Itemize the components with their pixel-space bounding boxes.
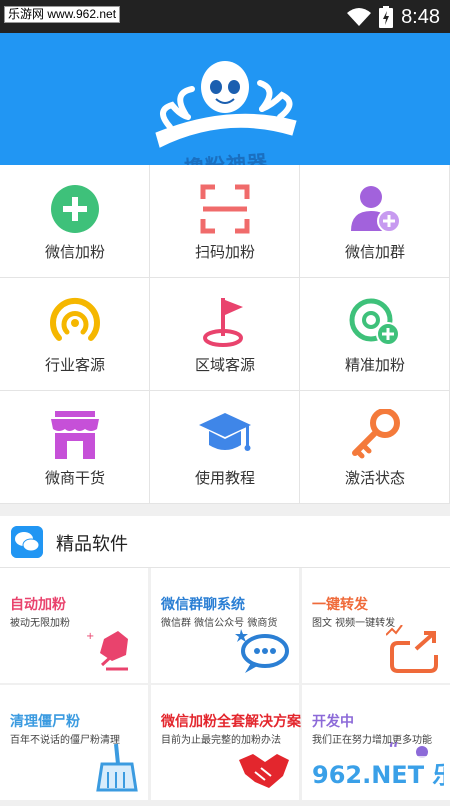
auto-add-icon: +: [86, 631, 128, 671]
store-icon: [51, 411, 99, 459]
battery-icon: [379, 6, 394, 28]
chat-bubble-icon: [235, 629, 289, 673]
grid-item-label: 扫码加粉: [194, 243, 255, 261]
app-card-group-chat[interactable]: 微信群聊系统 微信群 微信公众号 微商货: [151, 568, 299, 683]
octopus-logo-icon: [155, 61, 297, 148]
section-title: 精品软件: [56, 534, 128, 555]
grid-item-region-leads[interactable]: 区域客源: [150, 278, 300, 391]
grid-item-industry-leads[interactable]: 行业客源: [0, 278, 150, 391]
site-watermark-logo: 962.NET 乐游网: [304, 756, 444, 796]
location-flag-icon: [203, 298, 243, 347]
watermark-logo-text: 962.NET 乐游网: [312, 761, 444, 789]
share-icon: [386, 625, 438, 673]
app-card-clean-fans[interactable]: 清理僵尸粉 百年不说话的僵尸粉清理: [0, 685, 148, 800]
grid-item-scan-add[interactable]: 扫码加粉: [150, 165, 300, 278]
grid-item-wechat-add[interactable]: 微信加粉: [0, 165, 150, 278]
grid-item-label: 微信加粉: [44, 243, 105, 261]
watermark-text: 乐游网 www.962.net: [4, 6, 121, 23]
scan-frame-icon: [200, 184, 250, 234]
wechat-icon: [11, 526, 43, 558]
section-divider: [0, 504, 450, 516]
app-title: 开发中: [312, 714, 354, 730]
app-title: 一键转发: [312, 597, 368, 613]
grid-item-label: 微商干货: [44, 469, 105, 487]
app-desc: 图文 视频一键转发: [312, 618, 396, 629]
handshake-icon: [239, 754, 289, 788]
status-icons: 8:48: [347, 4, 440, 30]
app-title: 微信加粉全套解决方案: [161, 714, 301, 730]
grid-item-label: 行业客源: [44, 356, 105, 374]
broom-icon: [96, 743, 138, 792]
app-title: 微信群聊系统: [161, 597, 245, 613]
target-add-icon: [349, 298, 400, 346]
grid-item-label: 区域客源: [194, 356, 255, 374]
app-card-forward[interactable]: 一键转发 图文 视频一键转发: [302, 568, 450, 683]
plus-circle-icon: [51, 185, 99, 233]
grid-item-join-group[interactable]: 微信加群: [300, 165, 450, 278]
grid-item-activation[interactable]: 激活状态: [300, 391, 450, 504]
app-title: 自动加粉: [10, 597, 66, 613]
section-header: 精品软件: [0, 516, 450, 568]
grid-item-label: 精准加粉: [344, 356, 405, 374]
clock: 8:48: [401, 5, 440, 28]
grid-item-label: 微信加群: [344, 243, 405, 261]
grid-item-label: 使用教程: [194, 469, 255, 487]
grid-item-precise-add[interactable]: 精准加粉: [300, 278, 450, 391]
graduation-cap-icon: [199, 413, 251, 451]
svg-text:+: +: [86, 631, 94, 642]
broadcast-icon: [50, 297, 100, 341]
app-title: 清理僵尸粉: [10, 714, 80, 730]
feature-grid: 微信加粉 扫码加粉 微信加群 行业客源 区域客源 精准加粉 微商干货 使用教程 …: [0, 165, 450, 504]
app-card-auto-add[interactable]: 自动加粉 被动无限加粉 +: [0, 568, 148, 683]
add-group-icon: [351, 186, 401, 233]
grid-item-merchant-tips[interactable]: 微商干货: [0, 391, 150, 504]
status-bar: 乐游网 www.962.net 8:48: [0, 0, 450, 33]
app-card-full-solution[interactable]: 微信加粉全套解决方案 目前为止最完整的加粉办法: [151, 685, 301, 800]
app-desc: 被动无限加粉: [10, 618, 70, 629]
grid-item-label: 激活状态: [344, 469, 405, 487]
grid-item-tutorial[interactable]: 使用教程: [150, 391, 300, 504]
header-banner: 撸粉神器: [0, 33, 450, 180]
key-icon: [352, 409, 400, 459]
app-root: 乐游网 www.962.net 8:48 撸粉神器: [0, 0, 450, 806]
wifi-icon: [347, 8, 372, 26]
